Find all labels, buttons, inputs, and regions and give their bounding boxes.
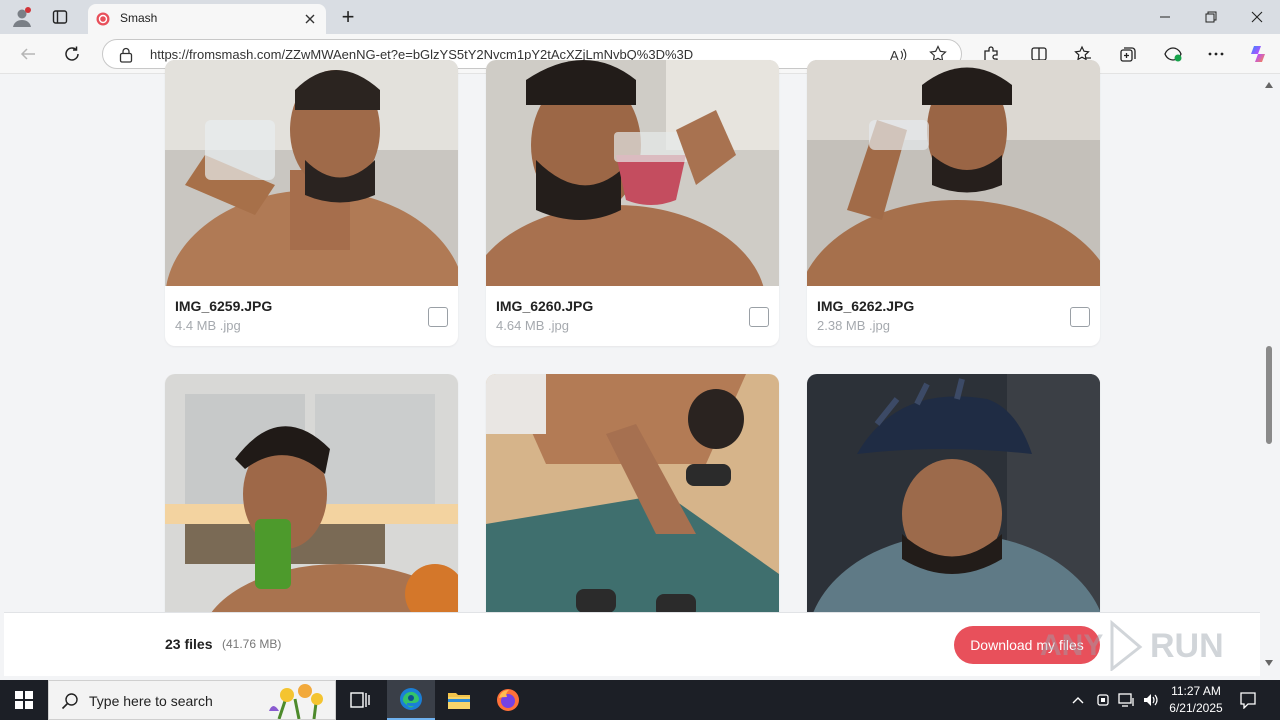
clock-date: 6/21/2025 [1169,701,1223,715]
tab-close-icon[interactable] [300,9,320,29]
profile-avatar-icon[interactable] [6,1,38,33]
file-select-checkbox[interactable] [749,307,769,327]
edge-taskbar-icon[interactable] [387,680,435,720]
search-highlight-flowers-icon [259,683,335,724]
file-name: IMG_6262.JPG [817,298,915,314]
file-thumbnail[interactable] [486,60,779,286]
smash-page: IMG_6259.JPG 4.4 MB .jpg IMG_6260.JPG 4.… [0,60,1280,680]
scroll-down-icon[interactable] [1265,660,1273,666]
download-footer: 23 files (41.76 MB) Download my files AN… [4,612,1260,676]
task-view-icon[interactable] [336,680,384,720]
file-meta: 4.64 MB .jpg [496,318,569,333]
file-meta: 4.4 MB .jpg [175,318,241,333]
page-scrollbar[interactable] [1262,74,1276,674]
lock-icon [119,47,133,68]
firefox-icon[interactable] [484,680,532,720]
restore-button[interactable] [1188,0,1234,34]
minimize-button[interactable] [1142,0,1188,34]
network-icon[interactable] [1117,690,1137,710]
file-card[interactable]: IMG_6260.JPG 4.64 MB .jpg [486,60,779,346]
file-explorer-icon[interactable] [435,680,483,720]
show-hidden-icons-chevron-icon[interactable] [1068,690,1088,710]
refresh-icon[interactable] [56,38,88,70]
file-card[interactable]: IMG_6259.JPG 4.4 MB .jpg [165,60,458,346]
anyrun-watermark: ANY RUN [1040,619,1240,673]
file-card[interactable] [165,374,458,624]
clock-time: 11:27 AM [1171,684,1221,698]
search-placeholder: Type here to search [89,693,213,709]
back-icon[interactable] [12,38,44,70]
copilot-icon[interactable] [1242,38,1274,70]
file-card[interactable]: IMG_6262.JPG 2.38 MB .jpg [807,60,1100,346]
total-size: (41.76 MB) [222,637,282,651]
file-count: 23 files [165,636,213,652]
tab-actions-icon[interactable] [44,1,76,33]
svg-text:ANY: ANY [1040,629,1103,662]
taskbar-clock[interactable]: 11:27 AM 6/21/2025 [1164,683,1228,717]
collections-icon[interactable] [1112,38,1144,70]
tab-title: Smash [120,11,158,25]
file-thumbnail[interactable] [165,60,458,286]
start-button[interactable] [0,680,48,720]
file-name: IMG_6259.JPG [175,298,273,314]
file-meta: 2.38 MB .jpg [817,318,890,333]
file-select-checkbox[interactable] [428,307,448,327]
more-options-icon[interactable] [1200,38,1232,70]
file-thumbnail[interactable] [807,374,1100,624]
search-icon [61,692,79,715]
browser-titlebar: Smash + [0,0,1280,34]
tab-smash[interactable]: Smash [88,4,326,34]
file-card[interactable] [486,374,779,624]
file-thumbnail[interactable] [807,60,1100,286]
scrollbar-thumb[interactable] [1266,346,1272,444]
svg-text:RUN: RUN [1150,627,1224,665]
file-thumbnail[interactable] [486,374,779,624]
browser-essentials-icon[interactable] [1157,38,1189,70]
scroll-up-icon[interactable] [1265,82,1273,88]
notifications-icon[interactable] [1236,690,1260,710]
close-window-button[interactable] [1234,0,1280,34]
file-thumbnail[interactable] [165,374,458,624]
file-select-checkbox[interactable] [1070,307,1090,327]
file-name: IMG_6260.JPG [496,298,594,314]
file-card[interactable] [807,374,1100,624]
taskbar-search-box[interactable]: Type here to search [48,680,336,720]
new-tab-button[interactable]: + [332,1,364,33]
device-tray-icon[interactable] [1093,690,1113,710]
volume-icon[interactable] [1141,690,1161,710]
smash-favicon-icon [96,12,110,31]
